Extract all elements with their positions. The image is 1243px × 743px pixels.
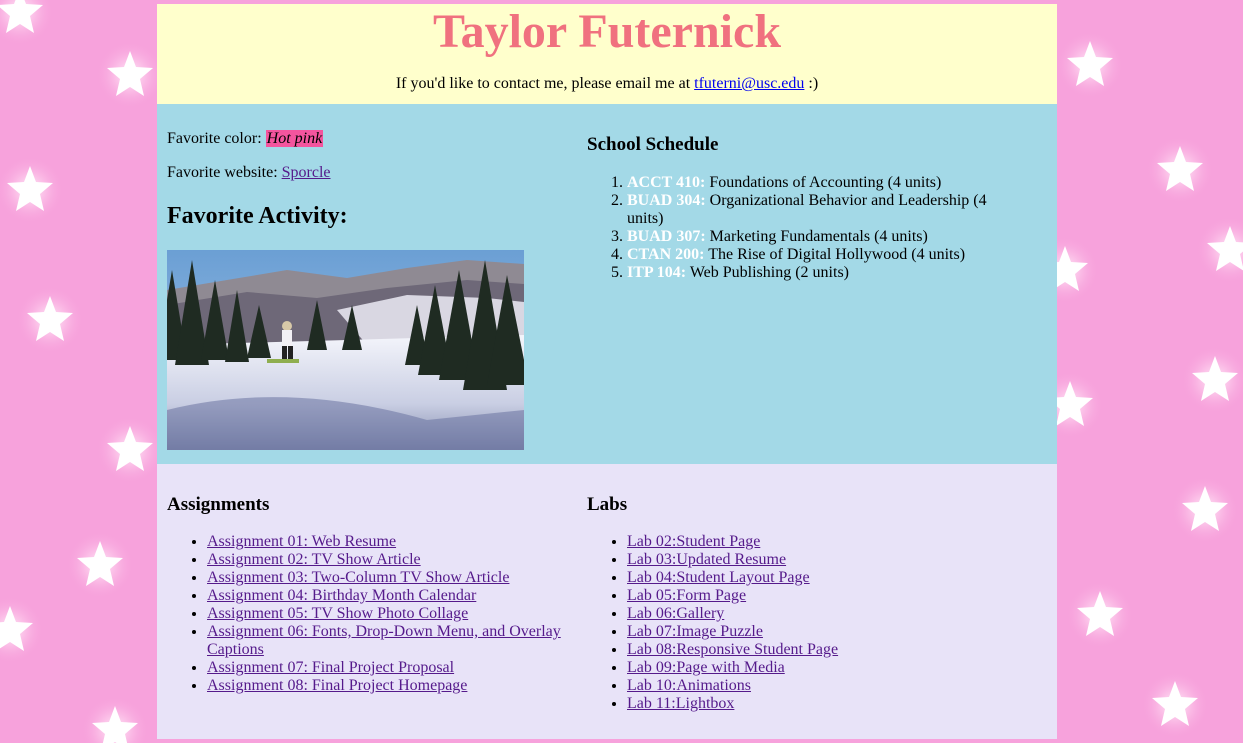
lab-link[interactable]: Lab 03:Updated Resume [627,551,786,568]
assignment-link[interactable]: Assignment 06: Fonts, Drop-Down Menu, an… [207,623,561,658]
lab-link[interactable]: Lab 04:Student Layout Page [627,569,810,586]
contact-line: If you'd like to contact me, please emai… [157,75,1057,93]
assignments-list: Assignment 01: Web Resume Assignment 02:… [167,533,567,695]
lab-link[interactable]: Lab 07:Image Puzzle [627,623,763,640]
lab-link[interactable]: Lab 06:Gallery [627,605,724,622]
lab-link[interactable]: Lab 11:Lightbox [627,695,734,712]
course-name: Foundations of Accounting (4 units) [705,174,942,191]
course-name: Web Publishing (2 units) [686,264,849,281]
favorite-color-label: Favorite color: [167,130,266,147]
page-title: Taylor Futernick [432,5,782,58]
sporcle-link[interactable]: Sporcle [282,164,331,181]
list-item: Assignment 07: Final Project Proposal [207,659,567,677]
star-icon [96,41,164,109]
lab-link[interactable]: Lab 05:Form Page [627,587,746,604]
list-item: Lab 04:Student Layout Page [627,569,1027,587]
course-item: CTAN 200: The Rise of Digital Hollywood … [627,246,987,264]
star-icon [96,416,164,484]
course-item: BUAD 304: Organizational Behavior and Le… [627,192,987,228]
list-item: Lab 05:Form Page [627,587,1027,605]
contact-suffix: :) [804,75,819,92]
lab-link[interactable]: Lab 08:Responsive Student Page [627,641,838,658]
list-item: Assignment 08: Final Project Homepage [207,677,567,695]
course-code: ACCT 410: [627,174,706,191]
list-item: Assignment 05: TV Show Photo Collage [207,605,567,623]
schedule-list: ACCT 410: Foundations of Accounting (4 u… [587,174,987,282]
star-icon [1141,671,1209,739]
assignment-link[interactable]: Assignment 05: TV Show Photo Collage [207,605,468,622]
assignment-link[interactable]: Assignment 07: Final Project Proposal [207,659,454,676]
assignments-heading: Assignments [167,494,270,515]
labs-heading: Labs [587,494,628,515]
course-item: ACCT 410: Foundations of Accounting (4 u… [627,174,987,192]
star-icon [1171,476,1239,544]
favorites-schedule-section: Favorite color: Hot pink Favorite websit… [157,104,1057,464]
favorite-website-label: Favorite website: [167,164,282,181]
star-icon [1146,136,1214,204]
assignment-link[interactable]: Assignment 02: TV Show Article [207,551,421,568]
course-name: The Rise of Digital Hollywood (4 units) [704,246,966,263]
favorite-color-value: Hot pink [265,130,324,147]
list-item: Assignment 04: Birthday Month Calendar [207,587,567,605]
page-header: Taylor Futernick If you'd like to contac… [157,4,1057,104]
assignment-link[interactable]: Assignment 03: Two-Column TV Show Articl… [207,569,509,586]
lab-link[interactable]: Lab 10:Animations [627,677,751,694]
list-item: Lab 07:Image Puzzle [627,623,1027,641]
favorite-color: Favorite color: Hot pink [167,130,324,148]
favorite-activity-heading: Favorite Activity: [167,203,348,229]
star-icon [1066,581,1134,649]
course-code: BUAD 304: [627,192,706,209]
course-item: ITP 104: Web Publishing (2 units) [627,264,987,282]
star-icon [16,286,84,354]
contact-text: If you'd like to contact me, please emai… [395,75,695,92]
list-item: Lab 03:Updated Resume [627,551,1027,569]
course-item: BUAD 307: Marketing Fundamentals (4 unit… [627,228,987,246]
course-code: BUAD 307: [627,228,706,245]
snowboarding-photo [167,250,524,450]
page-container: Taylor Futernick If you'd like to contac… [157,4,1057,743]
list-item: Lab 11:Lightbox [627,695,1027,713]
course-code: CTAN 200: [627,246,705,263]
assignments-labs-section: Assignments Assignment 01: Web Resume As… [157,464,1057,739]
assignment-link[interactable]: Assignment 08: Final Project Homepage [207,677,467,694]
course-name: Marketing Fundamentals (4 units) [705,228,928,245]
list-item: Assignment 02: TV Show Article [207,551,567,569]
lab-link[interactable]: Lab 09:Page with Media [627,659,785,676]
star-icon [1056,31,1124,99]
list-item: Lab 09:Page with Media [627,659,1027,677]
course-code: ITP 104: [627,264,687,281]
list-item: Lab 10:Animations [627,677,1027,695]
assignment-link[interactable]: Assignment 04: Birthday Month Calendar [207,587,476,604]
list-item: Assignment 03: Two-Column TV Show Articl… [207,569,567,587]
list-item: Lab 08:Responsive Student Page [627,641,1027,659]
labs-list: Lab 02:Student Page Lab 03:Updated Resum… [587,533,1027,713]
favorite-website: Favorite website: Sporcle [167,164,331,182]
assignment-link[interactable]: Assignment 01: Web Resume [207,533,396,550]
star-icon [66,531,134,599]
list-item: Lab 02:Student Page [627,533,1027,551]
list-item: Lab 06:Gallery [627,605,1027,623]
email-link[interactable]: tfuterni@usc.edu [694,75,804,92]
list-item: Assignment 06: Fonts, Drop-Down Menu, an… [207,623,567,659]
school-schedule-heading: School Schedule [587,134,719,155]
lab-link[interactable]: Lab 02:Student Page [627,533,760,550]
list-item: Assignment 01: Web Resume [207,533,567,551]
